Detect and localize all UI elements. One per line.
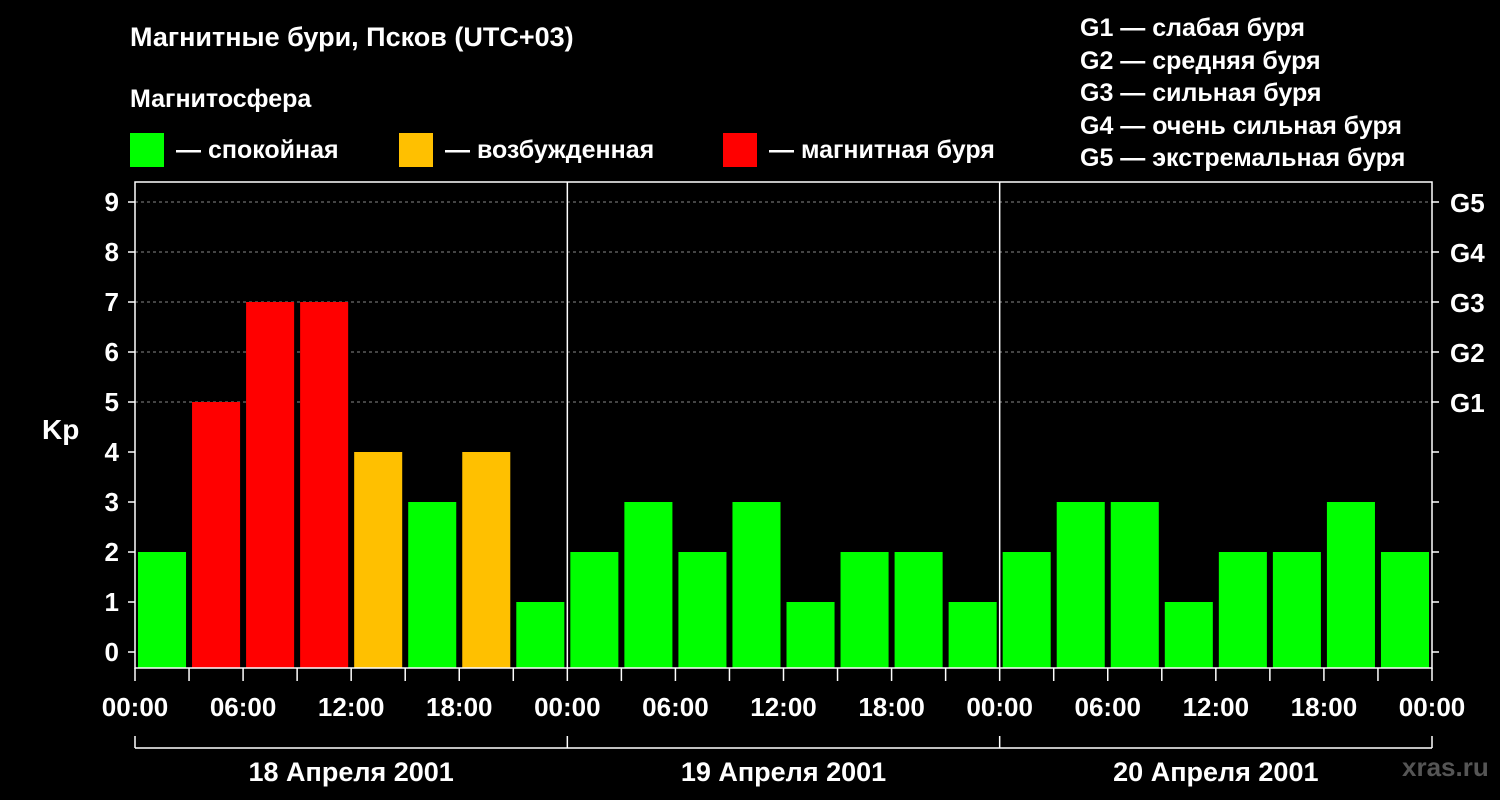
x-tick-label: 06:00 xyxy=(642,692,709,722)
kp-bar xyxy=(894,552,943,668)
kp-bar xyxy=(300,302,349,668)
kp-bar xyxy=(678,552,727,668)
y-tick-label: 6 xyxy=(105,337,119,367)
y-tick-label: 0 xyxy=(105,637,119,667)
kp-bar xyxy=(354,452,403,668)
g-level-label: G3 xyxy=(1450,288,1485,318)
g-level-label: G5 xyxy=(1450,188,1485,218)
y-tick-label: 9 xyxy=(105,187,119,217)
kp-bar xyxy=(192,402,241,668)
x-tick-label: 00:00 xyxy=(966,692,1033,722)
kp-bar xyxy=(462,452,511,668)
kp-bar xyxy=(1110,502,1159,668)
watermark: xras.ru xyxy=(1402,752,1489,782)
x-tick-label: 12:00 xyxy=(318,692,385,722)
kp-bar xyxy=(840,552,889,668)
x-tick-label: 00:00 xyxy=(534,692,601,722)
x-tick-label: 06:00 xyxy=(210,692,277,722)
kp-bar xyxy=(948,602,997,668)
x-tick-label: 00:00 xyxy=(1399,692,1466,722)
x-tick-label: 12:00 xyxy=(750,692,817,722)
y-tick-label: 4 xyxy=(105,437,120,467)
y-tick-label: 7 xyxy=(105,287,119,317)
kp-bar xyxy=(786,602,835,668)
kp-bar xyxy=(246,302,295,668)
x-tick-label: 06:00 xyxy=(1075,692,1142,722)
kp-bar-chart: 0 1 2 3 4 5 6 7 8 9 G1 G2 G3 G4 G5 Kp 00:00 06:00 12:00 18:… xyxy=(42,181,1485,787)
kp-bar xyxy=(1380,552,1429,668)
g-level-label: G1 xyxy=(1450,388,1485,418)
y-tick-label: 2 xyxy=(105,537,119,567)
kp-bar xyxy=(1056,502,1105,668)
g-level-label: G4 xyxy=(1450,238,1485,268)
kp-bar xyxy=(1164,602,1213,668)
g-level-label: G2 xyxy=(1450,338,1485,368)
x-tick-label: 18:00 xyxy=(858,692,925,722)
x-tick-label: 18:00 xyxy=(1291,692,1358,722)
kp-bar xyxy=(516,602,565,668)
y-tick-label: 8 xyxy=(105,237,119,267)
kp-bar xyxy=(1272,552,1321,668)
kp-bar xyxy=(138,552,187,668)
y-tick-label: 5 xyxy=(105,387,119,417)
day-label: 19 Апреля 2001 xyxy=(681,757,886,787)
x-tick-label: 00:00 xyxy=(102,692,169,722)
y-axis-label: Kp xyxy=(42,414,79,445)
x-tick-label: 12:00 xyxy=(1183,692,1250,722)
kp-bar xyxy=(408,502,457,668)
kp-bar xyxy=(732,502,781,668)
y-tick-label: 1 xyxy=(105,587,119,617)
y-tick-label: 3 xyxy=(105,487,119,517)
x-tick-label: 18:00 xyxy=(426,692,493,722)
kp-bar xyxy=(570,552,619,668)
kp-bar xyxy=(1002,552,1051,668)
kp-bar xyxy=(1326,502,1375,668)
day-label: 18 Апреля 2001 xyxy=(249,757,454,787)
day-label: 20 Апреля 2001 xyxy=(1113,757,1318,787)
kp-bar xyxy=(624,502,673,668)
kp-bar xyxy=(1218,552,1267,668)
